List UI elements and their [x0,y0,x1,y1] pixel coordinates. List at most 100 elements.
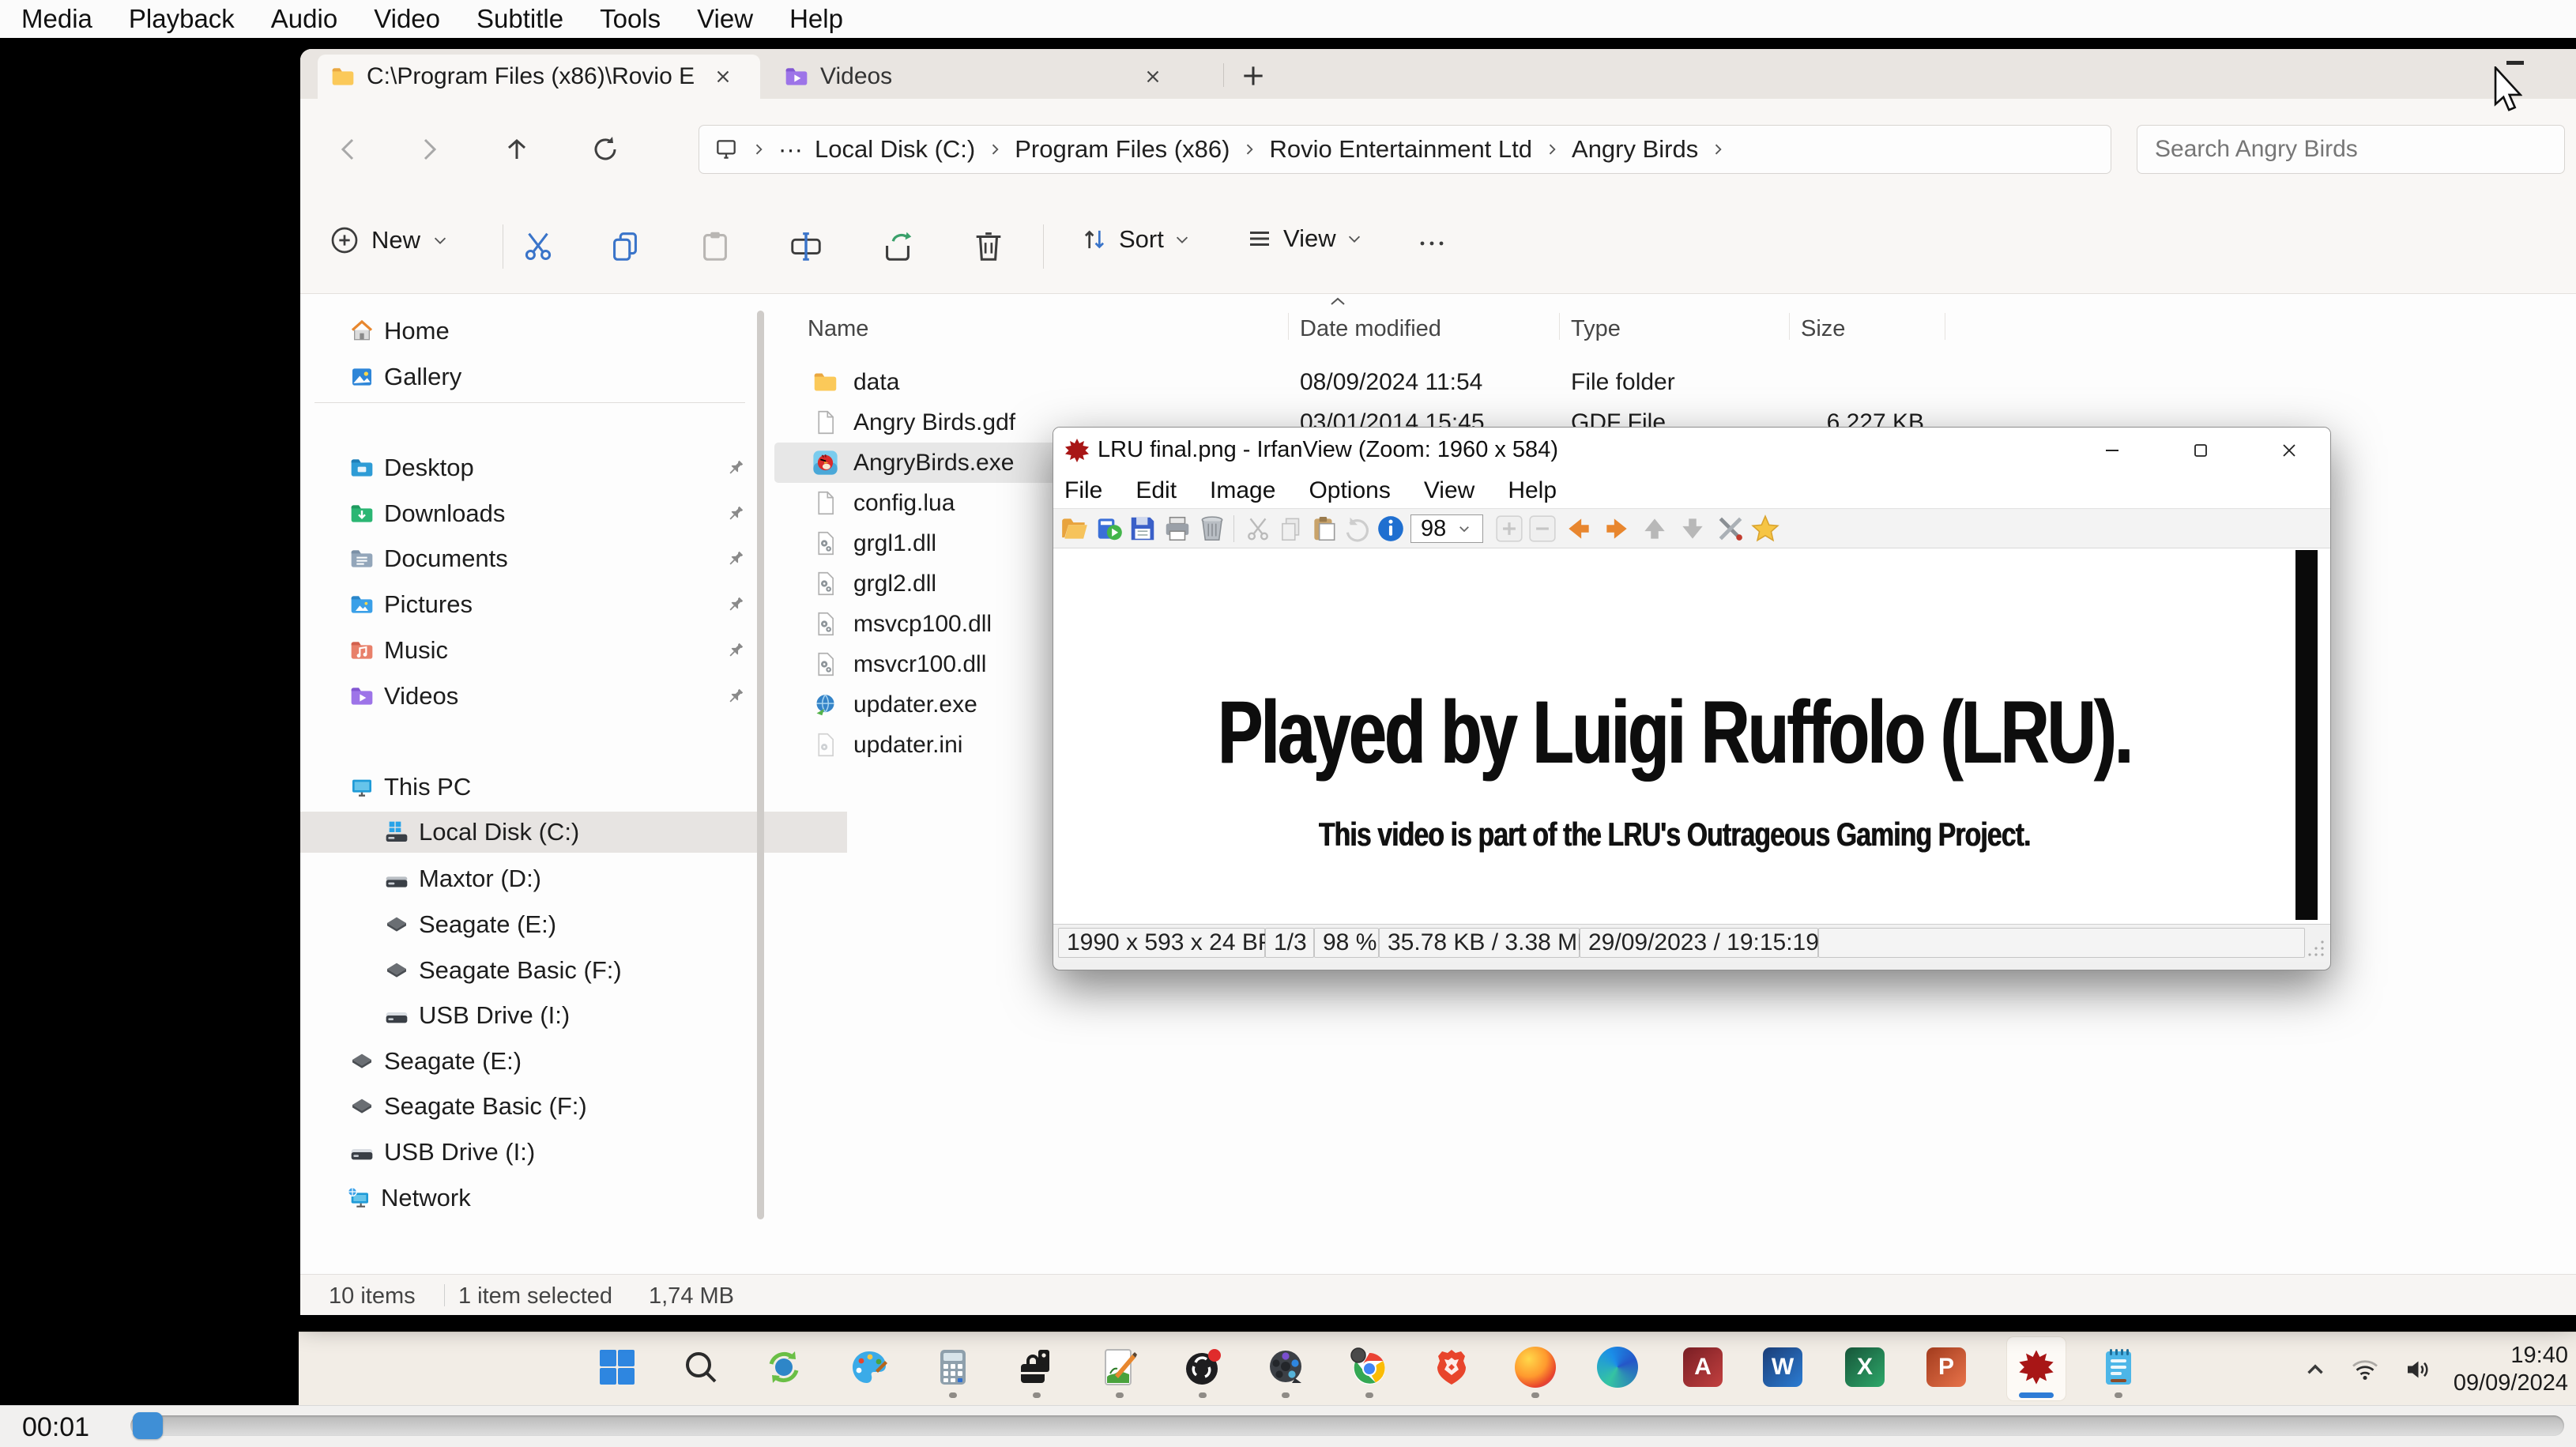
file-row-data[interactable]: data 08/09/2024 11:54 File folder [774,362,1952,402]
breadcrumb-rovio[interactable]: Rovio Entertainment Ltd [1269,135,1532,164]
cut-icon[interactable] [1243,514,1273,544]
copy-icon[interactable] [1276,514,1306,544]
forward-arrow-icon[interactable] [411,130,449,168]
sidebar-item-usb-drive-i-2[interactable]: USB Drive (I:) [300,1132,812,1173]
sidebar-item-videos[interactable]: Videos [300,676,812,717]
sidebar-item-seagate-e-2[interactable]: Seagate (E:) [300,1041,812,1082]
sidebar-item-music[interactable]: Music [300,630,812,671]
sidebar-item-home[interactable]: Home [300,311,812,352]
menu-image[interactable]: Image [1210,477,1275,504]
close-tab-icon[interactable] [713,66,733,87]
taskbar-paint[interactable] [840,1337,898,1400]
delete-icon[interactable] [970,228,1007,264]
favorites-star-icon[interactable] [1750,514,1780,544]
print-icon[interactable] [1162,514,1192,544]
taskbar-media-converter[interactable] [1256,1337,1315,1400]
vlc-menu-media[interactable]: Media [21,4,92,34]
vlc-menu-video[interactable]: Video [374,4,440,34]
breadcrumb-angry-birds[interactable]: Angry Birds [1572,135,1698,164]
menu-file[interactable]: File [1064,477,1102,504]
previous-image-icon[interactable] [1564,514,1594,544]
taskbar-sync-app[interactable] [755,1337,813,1400]
chevron-down-icon[interactable] [1457,522,1471,536]
window-minimize-icon[interactable] [2506,61,2524,65]
new-tab-icon[interactable] [1237,60,1269,92]
taskbar-calculator[interactable] [924,1337,982,1400]
zoom-input[interactable]: 98 [1410,514,1483,543]
cut-icon[interactable] [520,228,556,264]
paste-icon[interactable] [697,228,733,264]
new-button[interactable]: New [329,224,449,256]
search-input[interactable] [2153,135,2544,164]
taskbar-search-button[interactable] [672,1337,730,1400]
column-divider[interactable] [1789,313,1790,340]
column-divider[interactable] [1559,313,1560,340]
breadcrumb-local-disk[interactable]: Local Disk (C:) [815,135,975,164]
tools-icon[interactable] [1715,514,1746,544]
zoom-in-icon[interactable] [1494,514,1524,544]
sidebar-item-usb-drive-i[interactable]: USB Drive (I:) [300,995,847,1036]
sidebar-item-seagate-basic-f-2[interactable]: Seagate Basic (F:) [300,1086,812,1127]
first-image-icon[interactable] [1640,514,1670,544]
taskbar-powerpoint[interactable]: P [1917,1337,1975,1400]
sidebar-item-local-disk-c[interactable]: Local Disk (C:) [300,812,847,853]
sort-button[interactable]: Sort [1079,224,1191,254]
menu-options[interactable]: Options [1309,477,1390,504]
taskbar-irfanview[interactable] [2007,1337,2066,1400]
column-divider[interactable] [1288,313,1289,340]
delete-icon[interactable] [1197,514,1227,544]
column-name[interactable]: Name [808,316,868,342]
vlc-menu-tools[interactable]: Tools [600,4,661,34]
paste-icon[interactable] [1309,514,1339,544]
menu-edit[interactable]: Edit [1135,477,1177,504]
vlc-menu-view[interactable]: View [697,4,753,34]
search-box[interactable] [2137,125,2565,174]
taskbar-excel[interactable]: X [1836,1337,1894,1400]
up-arrow-icon[interactable] [498,130,536,168]
menu-view[interactable]: View [1424,477,1474,504]
taskbar-notepad[interactable] [2089,1337,2148,1400]
sidebar-scrollbar[interactable] [757,311,764,1219]
sidebar-item-network[interactable]: Network [300,1178,809,1219]
taskbar-start-button[interactable] [588,1337,646,1400]
seek-bar[interactable] [130,1415,2564,1436]
sidebar-item-maxtor-d[interactable]: Maxtor (D:) [300,858,847,899]
info-icon[interactable] [1376,514,1406,544]
breadcrumb[interactable]: ··· Local Disk (C:) Program Files (x86) … [699,125,2111,174]
rename-icon[interactable] [788,228,824,264]
back-arrow-icon[interactable] [329,130,367,168]
share-icon[interactable] [879,228,916,264]
close-button[interactable] [2264,434,2314,467]
column-date-modified[interactable]: Date modified [1300,316,1441,342]
taskbar-obs[interactable] [1173,1337,1232,1400]
tab-videos[interactable]: Videos [771,55,1214,99]
sidebar-item-seagate-basic-f[interactable]: Seagate Basic (F:) [300,950,847,991]
minimize-button[interactable] [2087,434,2137,467]
sidebar-item-this-pc[interactable]: This PC [300,767,812,808]
taskbar-clock[interactable]: 19:40 09/09/2024 [2454,1342,2568,1397]
view-button[interactable]: View [1245,224,1363,253]
taskbar-chrome[interactable] [1340,1337,1399,1400]
sidebar-item-downloads[interactable]: Downloads [300,493,812,534]
sidebar-item-desktop[interactable]: Desktop [300,447,812,488]
sidebar-item-gallery[interactable]: Gallery [300,356,812,398]
irfanview-title-bar[interactable]: LRU final.png - IrfanView (Zoom: 1960 x … [1053,428,2330,473]
resize-grip-icon[interactable] [2307,939,2326,958]
tab-angry-birds-folder[interactable]: C:\Program Files (x86)\Rovio E [318,55,760,99]
taskbar-brave[interactable] [1422,1337,1481,1400]
sidebar-item-pictures[interactable]: Pictures [300,584,812,625]
refresh-icon[interactable] [586,130,624,168]
column-type[interactable]: Type [1571,316,1621,342]
taskbar-firefox[interactable] [1506,1337,1565,1400]
menu-help[interactable]: Help [1508,477,1557,504]
close-tab-icon[interactable] [1143,66,1163,87]
undo-icon[interactable] [1343,514,1373,544]
speaker-icon[interactable] [2401,1355,2433,1384]
copy-icon[interactable] [607,228,643,264]
breadcrumb-overflow[interactable]: ··· [778,135,803,164]
taskbar-image-editor[interactable] [1090,1337,1149,1400]
taskbar-access[interactable]: A [1674,1337,1732,1400]
slideshow-icon[interactable] [1094,514,1124,544]
open-file-icon[interactable] [1060,514,1090,544]
breadcrumb-program-files[interactable]: Program Files (x86) [1015,135,1230,164]
